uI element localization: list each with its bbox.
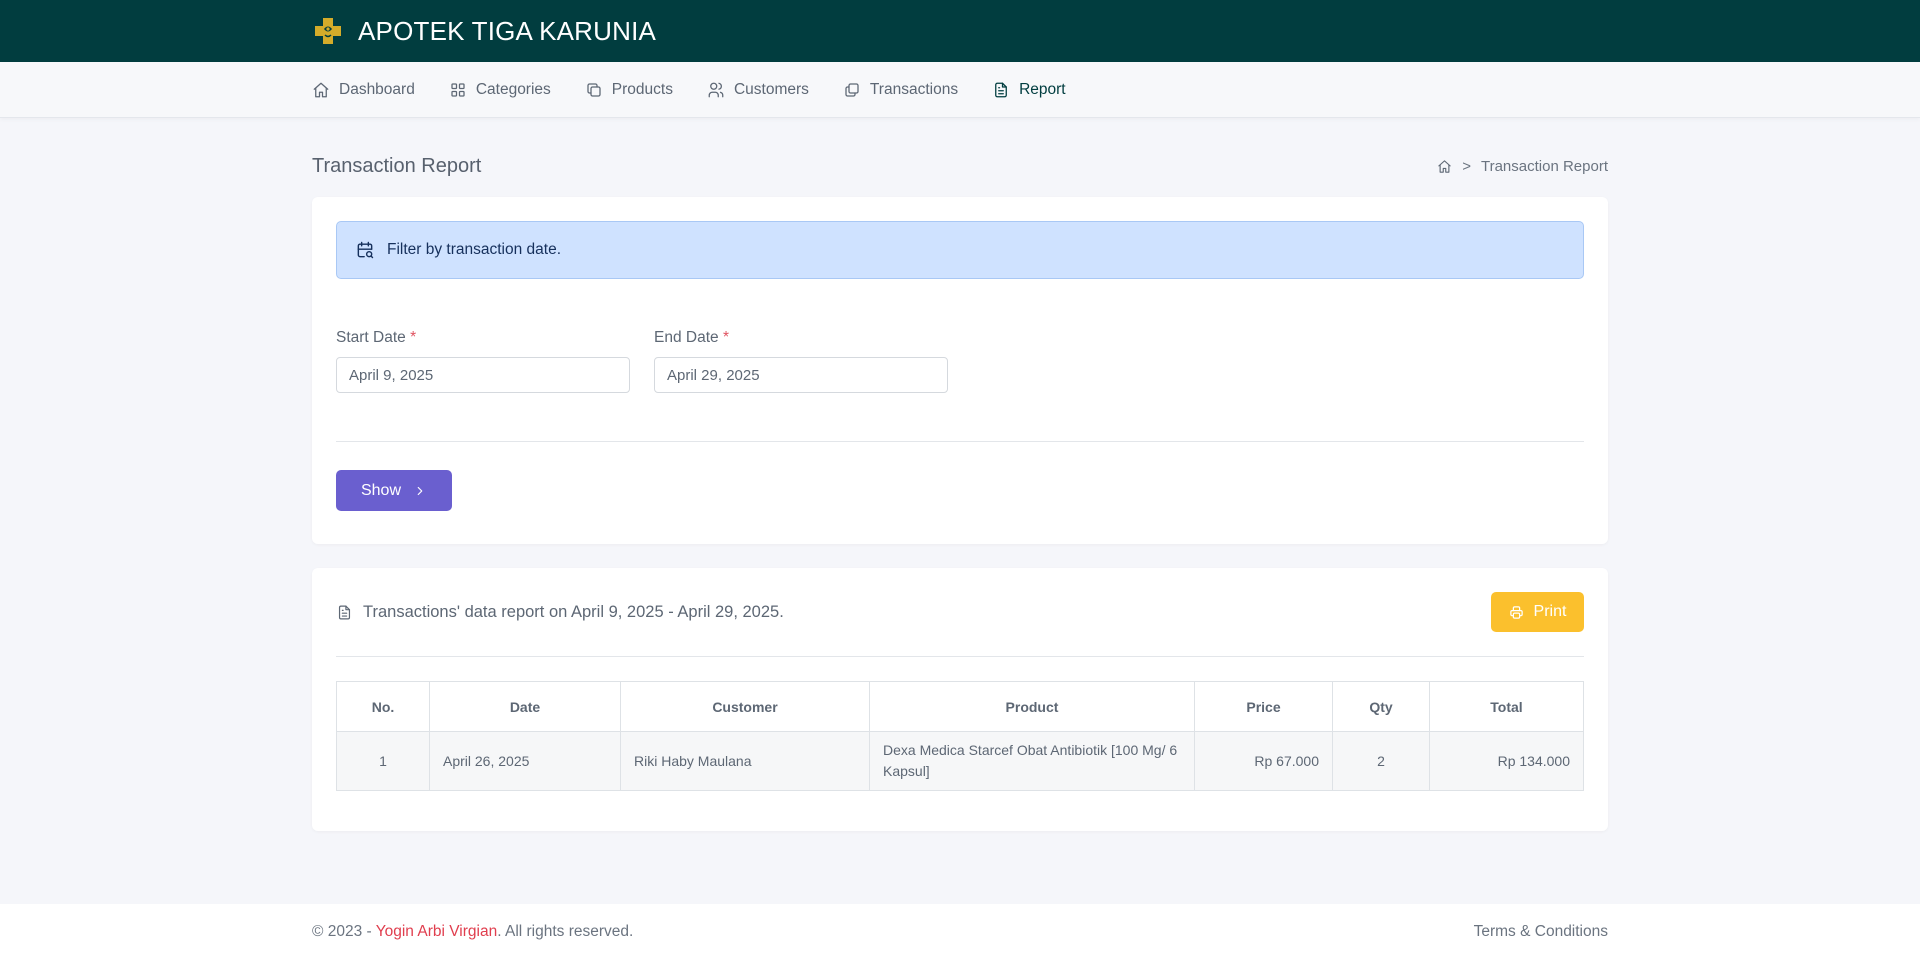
page-footer: © 2023 - Yogin Arbi Virgian. All rights … (0, 904, 1920, 959)
column-header-total: Total (1429, 681, 1584, 732)
print-button-label: Print (1533, 603, 1567, 620)
chevron-right-icon (417, 486, 423, 495)
cell-product: Dexa Medica Starcef Obat Antibiotik [100… (869, 731, 1195, 791)
nav-item-label: Transactions (869, 81, 959, 98)
report-caption-text: Transactions' data report on April 9, 20… (363, 602, 784, 621)
cell-qty: 2 (1332, 731, 1430, 791)
nav-item-customers[interactable]: Customers (707, 81, 809, 99)
pharmacy-logo-icon[interactable] (312, 15, 344, 47)
nav-item-products[interactable]: Products (585, 81, 673, 99)
required-mark: * (722, 329, 729, 346)
users-icon (708, 82, 724, 98)
date-filter-row: Start Date * End Date * (336, 329, 1584, 393)
page-header: Transaction Report > Transaction Report (312, 152, 1608, 180)
report-table: No. Date Customer Product Price Qty Tota… (336, 681, 1584, 791)
report-caption: Transactions' data report on April 9, 20… (336, 603, 784, 622)
nav-item-label: Products (611, 81, 673, 98)
table-row: 1 April 26, 2025 Riki Haby Maulana Dexa … (336, 731, 1584, 791)
divider (336, 441, 1584, 442)
filter-alert: Filter by transaction date. (336, 221, 1584, 279)
calendar-search-icon (357, 241, 374, 259)
column-header-qty: Qty (1332, 681, 1430, 732)
terms-link[interactable]: Terms & Conditions (1474, 923, 1608, 941)
top-header: APOTEK TIGA KARUNIA (0, 0, 1920, 62)
end-date-label: End Date * (654, 329, 729, 346)
table-header-row: No. Date Customer Product Price Qty Tota… (336, 681, 1584, 732)
show-button-label: Show (360, 481, 402, 499)
filter-alert-text: Filter by transaction date. (387, 241, 562, 258)
print-button[interactable]: Print (1491, 592, 1584, 632)
nav-item-dashboard[interactable]: Dashboard (312, 81, 415, 99)
cell-date: April 26, 2025 (429, 731, 621, 791)
file-text-icon (338, 605, 351, 619)
filter-card: Filter by transaction date. Start Date *… (312, 197, 1608, 544)
end-date-group: End Date * (654, 329, 948, 393)
required-mark: * (410, 329, 417, 346)
file-text-icon (995, 82, 1007, 98)
breadcrumb: > Transaction Report (1437, 158, 1608, 175)
nav-item-label: Dashboard (339, 81, 415, 98)
printer-icon (1509, 605, 1523, 619)
cell-no: 1 (336, 731, 430, 791)
start-date-label: Start Date * (336, 329, 417, 346)
nav-item-label: Customers (733, 81, 809, 98)
show-button[interactable]: Show (336, 470, 452, 511)
start-date-field[interactable] (336, 357, 630, 393)
copy-icon (587, 83, 601, 97)
end-date-field[interactable] (654, 357, 948, 393)
column-header-price: Price (1194, 681, 1333, 732)
grid-icon (451, 83, 465, 97)
start-date-group: Start Date * (336, 329, 630, 393)
home-icon[interactable] (1437, 159, 1452, 174)
main-nav: Dashboard Categories Products Customers … (0, 62, 1920, 118)
column-header-product: Product (869, 681, 1195, 732)
breadcrumb-current: Transaction Report (1480, 157, 1608, 175)
main-content: Transaction Report > Transaction Report … (312, 152, 1608, 831)
divider (336, 656, 1584, 657)
nav-item-label: Report (1019, 81, 1066, 98)
page-title: Transaction Report (312, 154, 482, 177)
nav-item-categories[interactable]: Categories (449, 81, 551, 99)
author-link[interactable]: Yogin Arbi Virgian (376, 923, 498, 940)
column-header-no: No. (336, 681, 430, 732)
report-card: Transactions' data report on April 9, 20… (312, 568, 1608, 831)
nav-item-report[interactable]: Report (992, 81, 1066, 99)
cell-total: Rp 134.000 (1429, 731, 1584, 791)
column-header-date: Date (429, 681, 621, 732)
nav-item-label: Categories (475, 81, 551, 98)
home-icon (313, 82, 329, 98)
stack-icon (845, 83, 859, 97)
copyright-text: © 2023 - Yogin Arbi Virgian. All rights … (312, 922, 634, 940)
report-header: Transactions' data report on April 9, 20… (336, 592, 1584, 632)
breadcrumb-separator: > (1462, 157, 1471, 175)
nav-item-transactions[interactable]: Transactions (843, 81, 958, 99)
column-header-customer: Customer (620, 681, 870, 732)
cell-customer: Riki Haby Maulana (620, 731, 870, 791)
cell-price: Rp 67.000 (1194, 731, 1333, 791)
brand-name[interactable]: APOTEK TIGA KARUNIA (358, 16, 656, 47)
